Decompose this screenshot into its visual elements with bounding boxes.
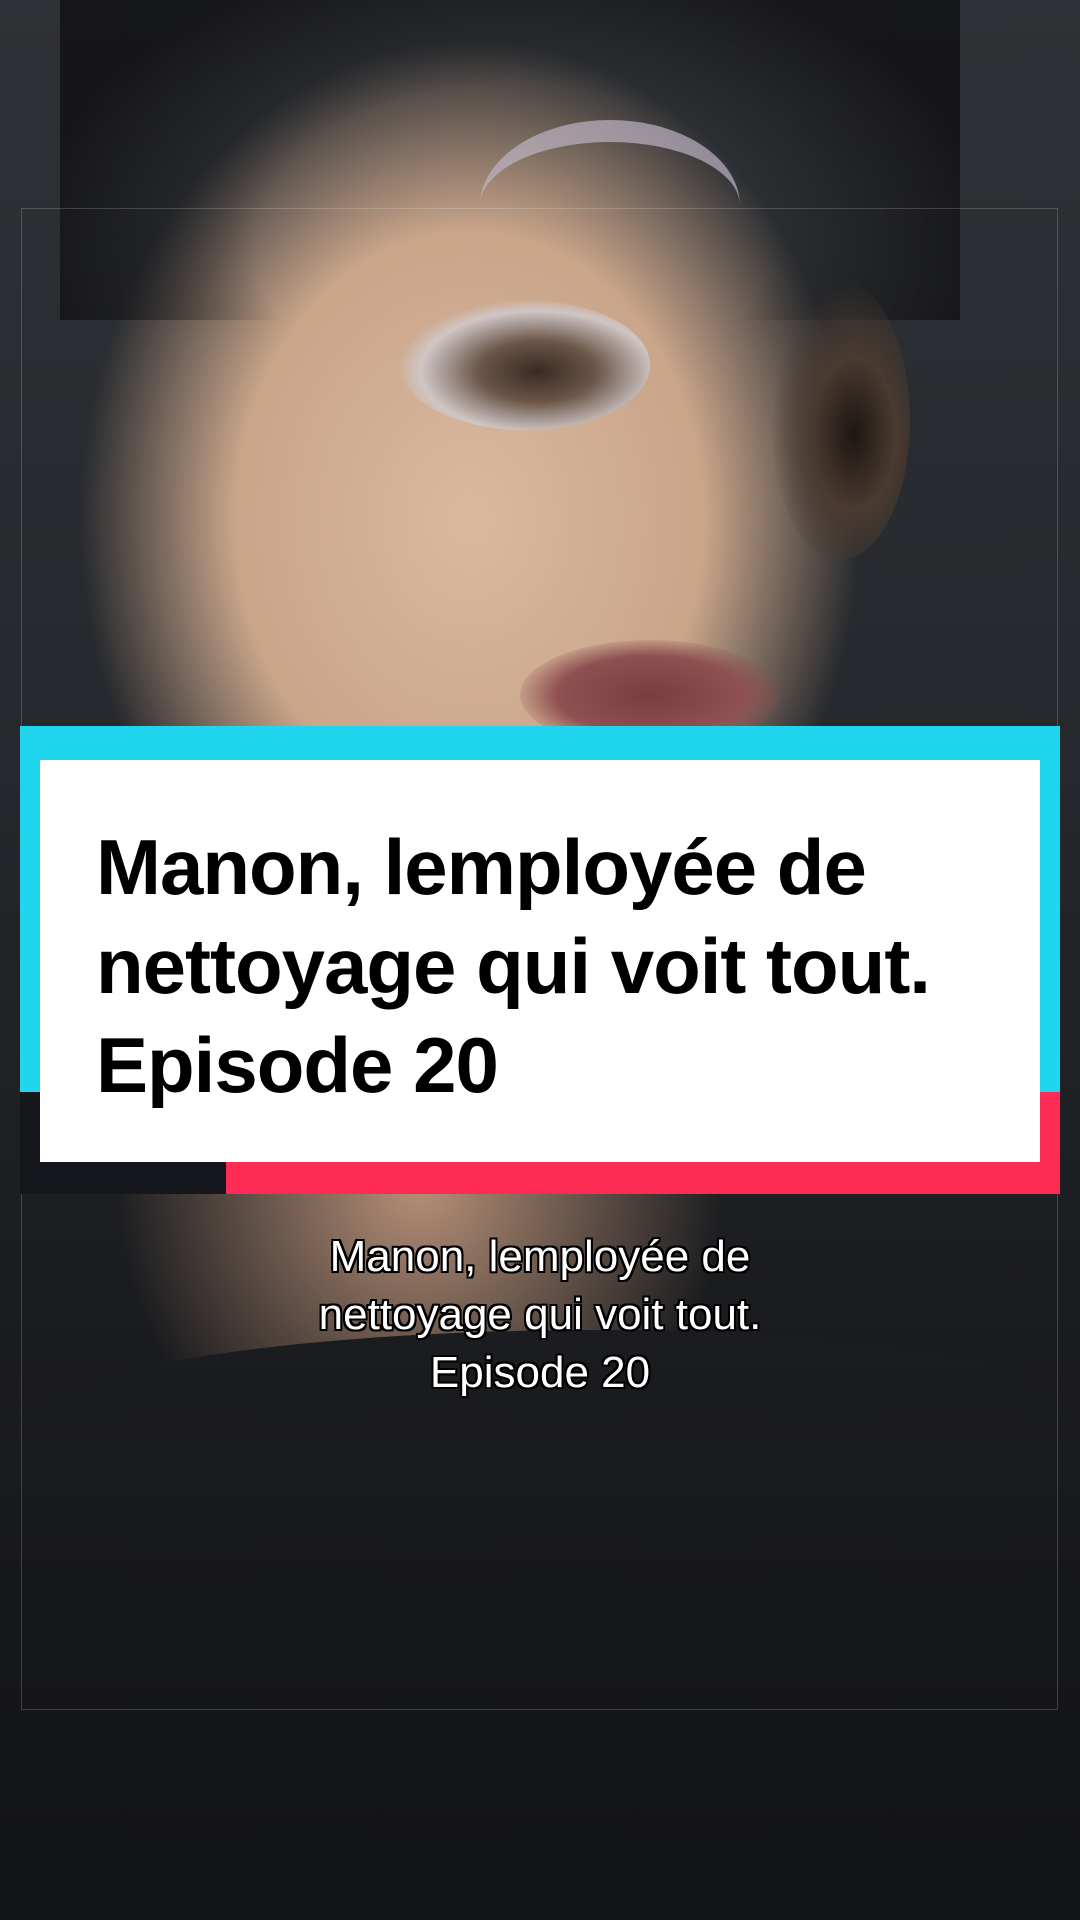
caption-line-3: Episode 20 xyxy=(429,1348,651,1397)
title-line-2: nettoyage qui voit tout. xyxy=(96,922,931,1010)
subtitle-caption: Manon, lemployée de nettoyage qui voit t… xyxy=(0,1228,1080,1402)
video-player[interactable]: Manon, lemployée de nettoyage qui voit t… xyxy=(0,0,1080,1920)
caption-line-1: Manon, lemployée de xyxy=(329,1232,751,1281)
title-card: Manon, lemployée de nettoyage qui voit t… xyxy=(20,726,1060,1194)
title-line-1: Manon, lemployée de xyxy=(96,823,867,911)
caption-line-2: nettoyage qui voit tout. xyxy=(318,1290,762,1339)
title-card-text: Manon, lemployée de nettoyage qui voit t… xyxy=(96,818,1036,1115)
title-line-3: Episode 20 xyxy=(96,1021,499,1109)
